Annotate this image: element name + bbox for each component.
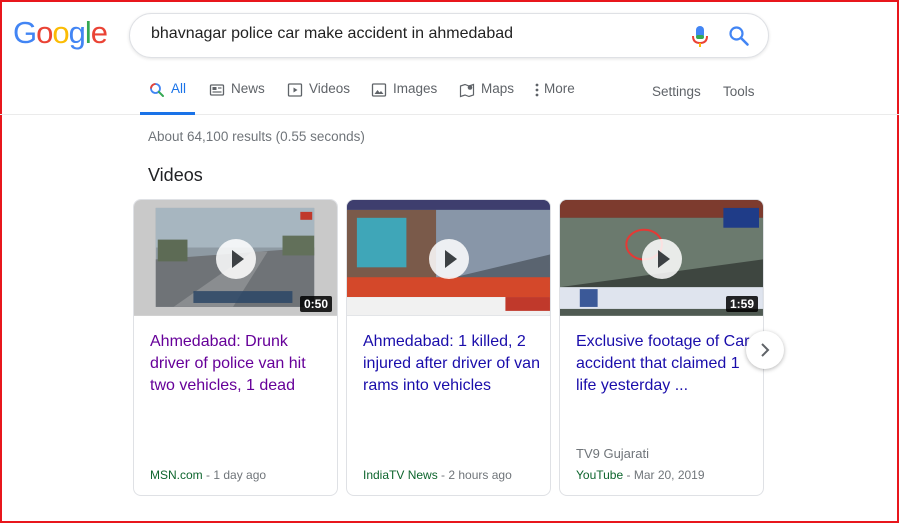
video-card[interactable]: 1:59 Exclusive footage of Car accident t…	[559, 199, 764, 496]
source-date: - Mar 20, 2019	[623, 468, 705, 482]
video-title-link[interactable]: Ahmedabad: Drunk driver of police van hi…	[150, 331, 330, 397]
video-thumbnail[interactable]: 1:59	[560, 200, 763, 317]
tab-label: Videos	[309, 81, 351, 96]
play-icon[interactable]	[428, 238, 469, 279]
more-vert-icon	[535, 83, 539, 97]
video-icon	[287, 83, 303, 97]
video-channel: TV9 Gujarati	[576, 446, 649, 461]
source-site[interactable]: IndiaTV News	[363, 468, 438, 482]
map-icon	[459, 83, 475, 98]
tab-label: Maps	[481, 81, 515, 96]
video-thumbnail[interactable]	[347, 200, 550, 317]
tab-videos[interactable]: Videos	[287, 81, 350, 115]
tab-more[interactable]: More	[534, 81, 575, 115]
video-card[interactable]: 0:50 Ahmedabad: Drunk driver of police v…	[133, 199, 338, 496]
video-card[interactable]: Ahmedabad: 1 killed, 2 injured after dri…	[346, 199, 551, 496]
logo-letter: o	[52, 15, 69, 50]
google-logo[interactable]: Google	[13, 15, 108, 51]
videos-heading: Videos	[148, 165, 203, 185]
video-source: MSN.com - 1 day ago	[150, 468, 266, 482]
tab-label: News	[231, 81, 265, 96]
play-icon[interactable]	[641, 238, 682, 279]
tab-label: Images	[393, 81, 438, 96]
search-box[interactable]: bhavnagar police car make accident in ah…	[129, 13, 769, 58]
source-site[interactable]: YouTube	[576, 468, 623, 482]
tab-images[interactable]: Images	[371, 81, 437, 115]
search-input[interactable]: bhavnagar police car make accident in ah…	[151, 25, 513, 43]
video-source: IndiaTV News - 2 hours ago	[363, 468, 512, 482]
source-date: - 1 day ago	[202, 468, 267, 482]
news-icon	[209, 84, 225, 96]
next-videos-button[interactable]	[746, 331, 784, 369]
search-icon	[150, 83, 164, 97]
video-duration: 1:59	[725, 296, 758, 312]
video-duration: 0:50	[299, 296, 332, 312]
settings-link[interactable]: Settings	[652, 84, 701, 99]
source-site[interactable]: MSN.com	[150, 468, 203, 482]
logo-letter: e	[90, 15, 108, 50]
tab-maps[interactable]: Maps	[459, 81, 514, 115]
video-title-link[interactable]: Exclusive footage of Car accident that c…	[576, 331, 756, 397]
microphone-icon[interactable]	[691, 25, 709, 49]
logo-letter: G	[13, 15, 37, 50]
search-tabs: All News Videos Images Maps More Setting…	[0, 78, 899, 115]
video-source: YouTube - Mar 20, 2019	[576, 468, 705, 482]
chevron-right-icon	[761, 343, 770, 357]
tab-label: More	[544, 81, 575, 96]
search-icon[interactable]	[728, 25, 750, 47]
logo-letter: g	[68, 15, 86, 50]
source-date: - 2 hours ago	[437, 468, 512, 482]
video-thumbnail[interactable]: 0:50	[134, 200, 337, 317]
play-icon[interactable]	[215, 238, 256, 279]
tab-news[interactable]: News	[209, 81, 265, 115]
tab-all[interactable]: All	[140, 81, 195, 115]
tab-label: All	[171, 81, 187, 96]
logo-letter: o	[36, 15, 53, 50]
image-icon	[371, 83, 387, 97]
result-stats: About 64,100 results (0.55 seconds)	[148, 129, 365, 144]
tools-link[interactable]: Tools	[723, 84, 755, 99]
video-title-link[interactable]: Ahmedabad: 1 killed, 2 injured after dri…	[363, 331, 543, 397]
